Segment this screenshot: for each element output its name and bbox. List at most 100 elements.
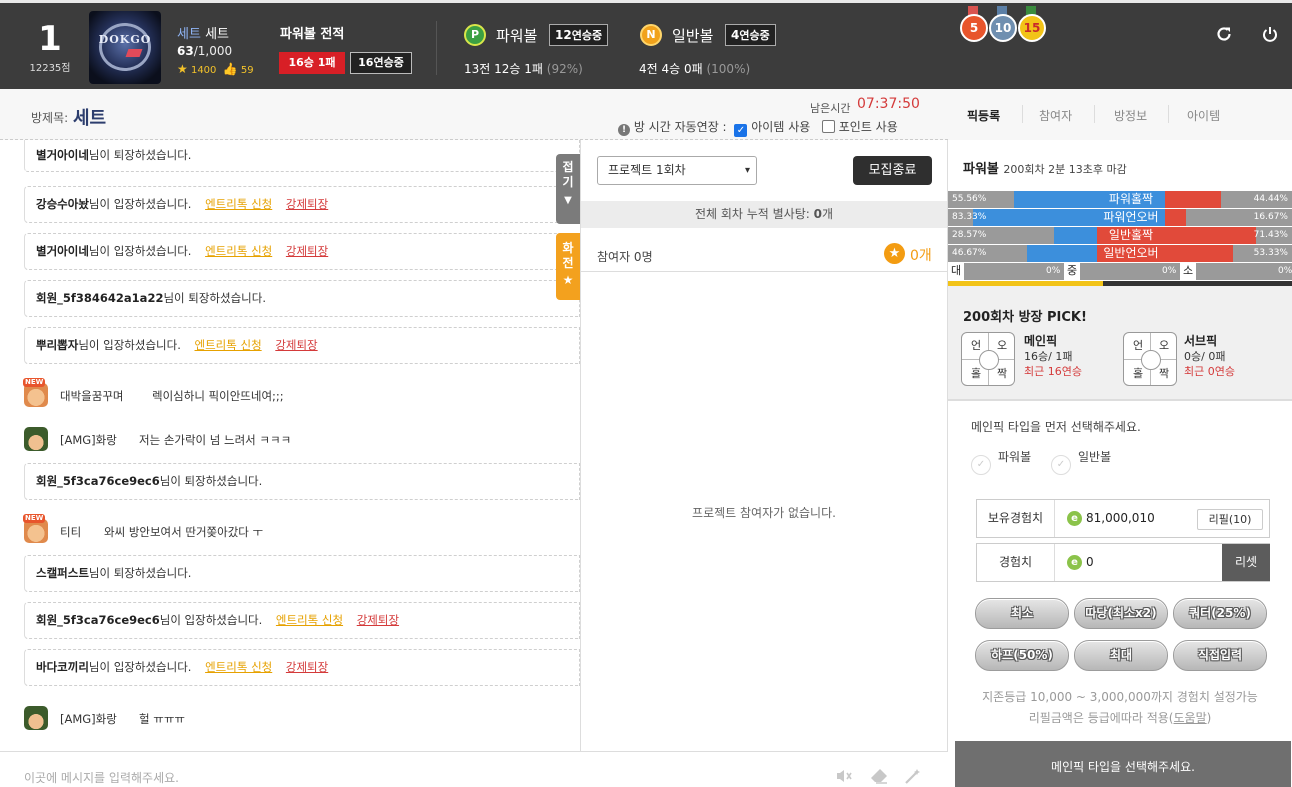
tab-items[interactable]: 아이템	[1187, 107, 1220, 124]
user-name[interactable]: 세트 세트	[177, 23, 229, 42]
chat-nick[interactable]: 회원_5f384642a1a22	[36, 291, 163, 305]
kick-link[interactable]: 강제퇴장	[275, 338, 317, 352]
powerball-record: 13전 12승 1패 (92%)	[464, 60, 583, 77]
mute-icon[interactable]	[835, 768, 853, 787]
app-root: 1 12235점 DOKGO 세트 세트 63/1,000 ★ 1400 👍 5…	[0, 0, 1292, 787]
amount-min-button[interactable]: 최소	[975, 598, 1069, 629]
chat-nick[interactable]: 회원_5f3ca76ce9ec6	[36, 474, 160, 488]
stat-left-pct: 28.57%	[952, 230, 987, 240]
info-icon[interactable]: !	[618, 124, 630, 136]
tab-room-info[interactable]: 방정보	[1114, 107, 1147, 124]
stat-right-pct: 71.43%	[1253, 230, 1288, 240]
chat-user-name[interactable]: [AMG]화랑	[60, 706, 117, 732]
chat-system-message: 바다코끼리님이 입장하셨습니다. 엔트리톡 신청 강제퇴장	[24, 649, 580, 686]
chat-input-bar[interactable]: 이곳에 메시지를 입력해주세요.	[0, 751, 948, 787]
entry-talk-link[interactable]: 엔트리톡 신청	[195, 338, 262, 352]
stat-row: 28.57% 71.43% 일반홀짝	[948, 227, 1292, 244]
chat-nick[interactable]: 바다코끼리	[36, 660, 89, 674]
chat-nick[interactable]: 강승수아놨	[36, 197, 89, 211]
refill-button[interactable]: 리필(10)	[1197, 509, 1263, 530]
chat-user-text: 와씨 방안보여서 딴거쫒아갔다 ㅜ	[104, 525, 264, 539]
rank-points: 12235점	[29, 63, 71, 74]
chat-input-placeholder[interactable]: 이곳에 메시지를 입력해주세요.	[24, 769, 179, 786]
bet-exp-value[interactable]: 0	[1086, 555, 1094, 569]
hwajeon-button[interactable]: 화전 ★	[556, 233, 580, 300]
stat-left-pct: 83.33%	[952, 212, 987, 222]
kick-link[interactable]: 강제퇴장	[286, 197, 328, 211]
chat-user-name[interactable]: 티티	[60, 519, 81, 545]
entry-talk-link[interactable]: 엔트리톡 신청	[276, 613, 343, 627]
amount-quarter-button[interactable]: 쿼터(25%)	[1173, 598, 1267, 629]
chat-system-message: 뿌리뽑자님이 입장하셨습니다. 엔트리톡 신청 강제퇴장	[24, 327, 580, 364]
chat-user-name[interactable]: 대박을꿈꾸며	[60, 383, 123, 409]
normalball-label: 일반볼	[672, 27, 714, 45]
round-game-name: 파워볼	[963, 162, 999, 177]
kick-link[interactable]: 강제퇴장	[286, 244, 328, 258]
amount-half-button[interactable]: 하프(50%)	[975, 640, 1069, 671]
user-avatar-icon[interactable]: NEW	[23, 514, 48, 543]
round-header: 파워볼 200회차 2분 13초후 마감	[963, 158, 1127, 177]
refresh-icon[interactable]	[1213, 25, 1235, 47]
power-icon[interactable]	[1259, 25, 1281, 47]
bet-exp-field[interactable]: 경험치 e 0 리셋	[976, 543, 1270, 582]
amount-double-min-button[interactable]: 따당(최소x2)	[1074, 598, 1168, 629]
entry-talk-link[interactable]: 엔트리톡 신청	[205, 660, 272, 674]
chat-nick[interactable]: 별거아이네	[36, 148, 89, 162]
option-powerball[interactable]: ✓ 파워볼	[971, 448, 1031, 475]
chat-user-text: 저는 손가락이 넘 느려서 ㅋㅋㅋ	[139, 433, 292, 447]
stat-row: 46.67% 53.33% 일반언오버	[948, 245, 1292, 262]
option-normalball[interactable]: ✓ 일반볼	[1051, 448, 1111, 475]
submit-pick-bar[interactable]: 메인픽 타입을 선택해주세요.	[955, 741, 1291, 787]
medal-group[interactable]: 5 10 15	[958, 6, 1054, 56]
top-header: 1 12235점 DOKGO 세트 세트 63/1,000 ★ 1400 👍 5…	[0, 0, 1292, 89]
user-avatar-icon[interactable]	[24, 706, 48, 730]
kick-link[interactable]: 강제퇴장	[357, 613, 399, 627]
new-badge: NEW	[23, 514, 46, 523]
chat-nick[interactable]: 회원_5f3ca76ce9ec6	[36, 613, 160, 627]
stat-left-bar	[972, 209, 1097, 226]
project-round-select[interactable]: 프로젝트 1회차 ▾	[597, 156, 757, 185]
fold-label: 접기	[562, 160, 574, 189]
tab-participants[interactable]: 참여자	[1039, 107, 1072, 124]
chat-system-message: 강승수아놨님이 입장하셨습니다. 엔트리톡 신청 강제퇴장	[24, 186, 580, 223]
amount-custom-button[interactable]: 직접입력	[1173, 640, 1267, 671]
round-deadline: 200회차 2분 13초후 마감	[1003, 163, 1127, 176]
stat-label: 일반언오버	[1097, 245, 1165, 262]
chat-system-text: 님이 입장하셨습니다.	[78, 338, 181, 352]
medal-10-icon: 10	[989, 14, 1017, 42]
new-badge: NEW	[23, 378, 46, 387]
point-use-label[interactable]: 포인트 사용	[839, 120, 898, 134]
user-avatar[interactable]: DOKGO	[89, 11, 161, 84]
chat-user-name[interactable]: [AMG]화랑	[60, 427, 117, 453]
caret-down-icon: ▼	[564, 195, 572, 206]
chat-nick[interactable]: 뿌리뽑자	[36, 338, 78, 352]
user-avatar-icon[interactable]	[24, 427, 48, 451]
normalball-record-text: 4전 4승 0패	[639, 62, 703, 76]
tab-pick-register[interactable]: 픽등록	[967, 107, 1000, 124]
user-avatar-icon[interactable]: NEW	[23, 378, 48, 407]
item-use-label[interactable]: 아이템 사용	[751, 120, 810, 134]
help-link[interactable]: 도움말	[1173, 711, 1206, 725]
fold-button[interactable]: 접기 ▼	[556, 154, 580, 224]
cumulative-unit: 개	[822, 207, 834, 221]
chat-nick[interactable]: 별거아이네	[36, 244, 89, 258]
stat-left-bar	[1054, 227, 1097, 244]
powerball-streak-badge: 12연승중	[549, 24, 609, 46]
item-use-checkbox[interactable]: ✓	[734, 124, 748, 137]
chat-system-text: 님이 퇴장하셨습니다.	[159, 474, 263, 488]
medal-15-icon: 15	[1018, 14, 1046, 42]
powerball-record-text: 13전 12승 1패	[464, 62, 543, 76]
magic-wand-icon[interactable]	[904, 768, 922, 787]
close-recruit-button[interactable]: 모집종료	[853, 156, 932, 185]
point-use-checkbox[interactable]	[821, 120, 835, 133]
stat-right-bar	[1165, 191, 1222, 208]
reset-button[interactable]: 리셋	[1222, 544, 1270, 581]
chat-panel[interactable]: 별거아이네님이 퇴장하셨습니다. 강승수아놨님이 입장하셨습니다. 엔트리톡 신…	[0, 140, 580, 751]
entry-talk-link[interactable]: 엔트리톡 신청	[205, 197, 272, 211]
entry-talk-link[interactable]: 엔트리톡 신청	[205, 244, 272, 258]
amount-max-button[interactable]: 최대	[1074, 640, 1168, 671]
eraser-icon[interactable]	[870, 768, 888, 787]
kick-link[interactable]: 강제퇴장	[286, 660, 328, 674]
chat-nick[interactable]: 스캘퍼스트	[36, 566, 89, 580]
option-powerball-label: 파워볼	[998, 450, 1032, 464]
